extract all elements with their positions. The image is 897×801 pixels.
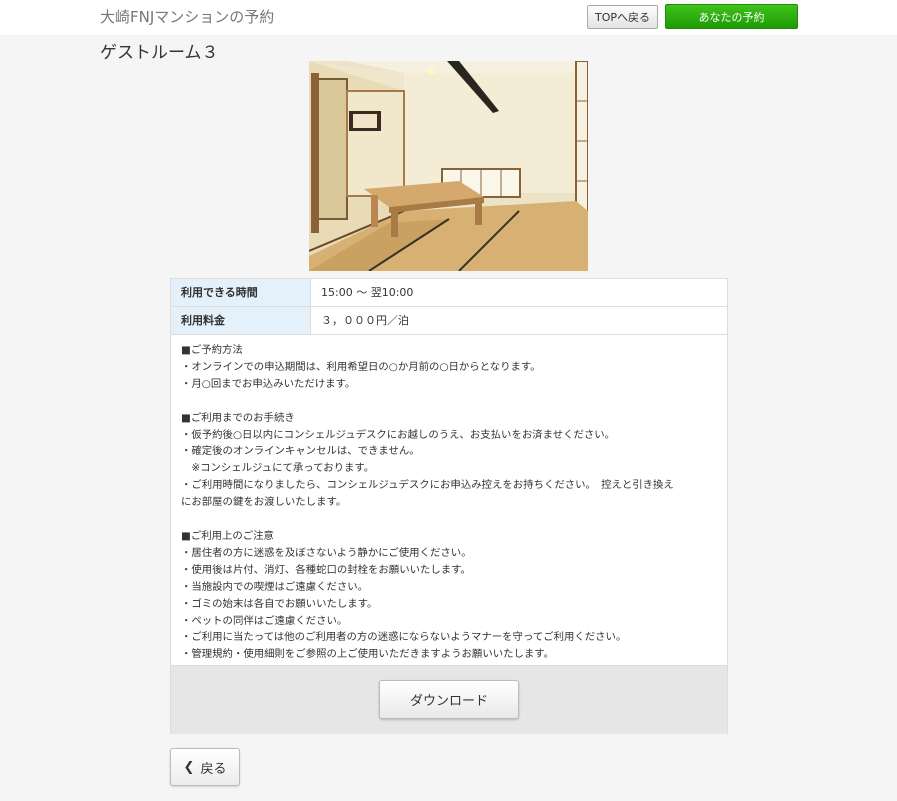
room-details-panel: 利用できる時間 15:00 ～ 翌10:00 利用料金 ３，０００円／泊 ■ご予… bbox=[170, 278, 728, 734]
fee-label: 利用料金 bbox=[171, 307, 311, 334]
hours-value: 15:00 ～ 翌10:00 bbox=[321, 286, 414, 299]
hours-label: 利用できる時間 bbox=[171, 279, 311, 306]
back-button[interactable]: ❮ 戻る bbox=[170, 748, 240, 786]
my-reservation-button[interactable]: あなたの予約 bbox=[665, 4, 798, 29]
page-title: ゲストルーム３ bbox=[100, 43, 219, 63]
header-bar: 大崎FNJマンションの予約 TOPへ戻る あなたの予約 bbox=[0, 0, 897, 35]
room-photo bbox=[309, 61, 588, 271]
usage-notes: ■ご予約方法 ・オンラインでの申込期間は、利用希望日の○か月前の○日からとなりま… bbox=[181, 344, 674, 661]
download-button[interactable]: ダウンロード bbox=[379, 680, 519, 719]
chevron-left-icon: ❮ bbox=[183, 759, 195, 775]
top-button[interactable]: TOPへ戻る bbox=[587, 5, 658, 29]
back-button-label: 戻る bbox=[200, 761, 227, 777]
fee-value: ３，０００円／泊 bbox=[321, 314, 409, 327]
download-area: ダウンロード bbox=[171, 665, 727, 734]
fee-row: 利用料金 ３，０００円／泊 bbox=[171, 307, 727, 335]
site-title: 大崎FNJマンションの予約 bbox=[100, 8, 275, 26]
hours-row: 利用できる時間 15:00 ～ 翌10:00 bbox=[171, 279, 727, 307]
